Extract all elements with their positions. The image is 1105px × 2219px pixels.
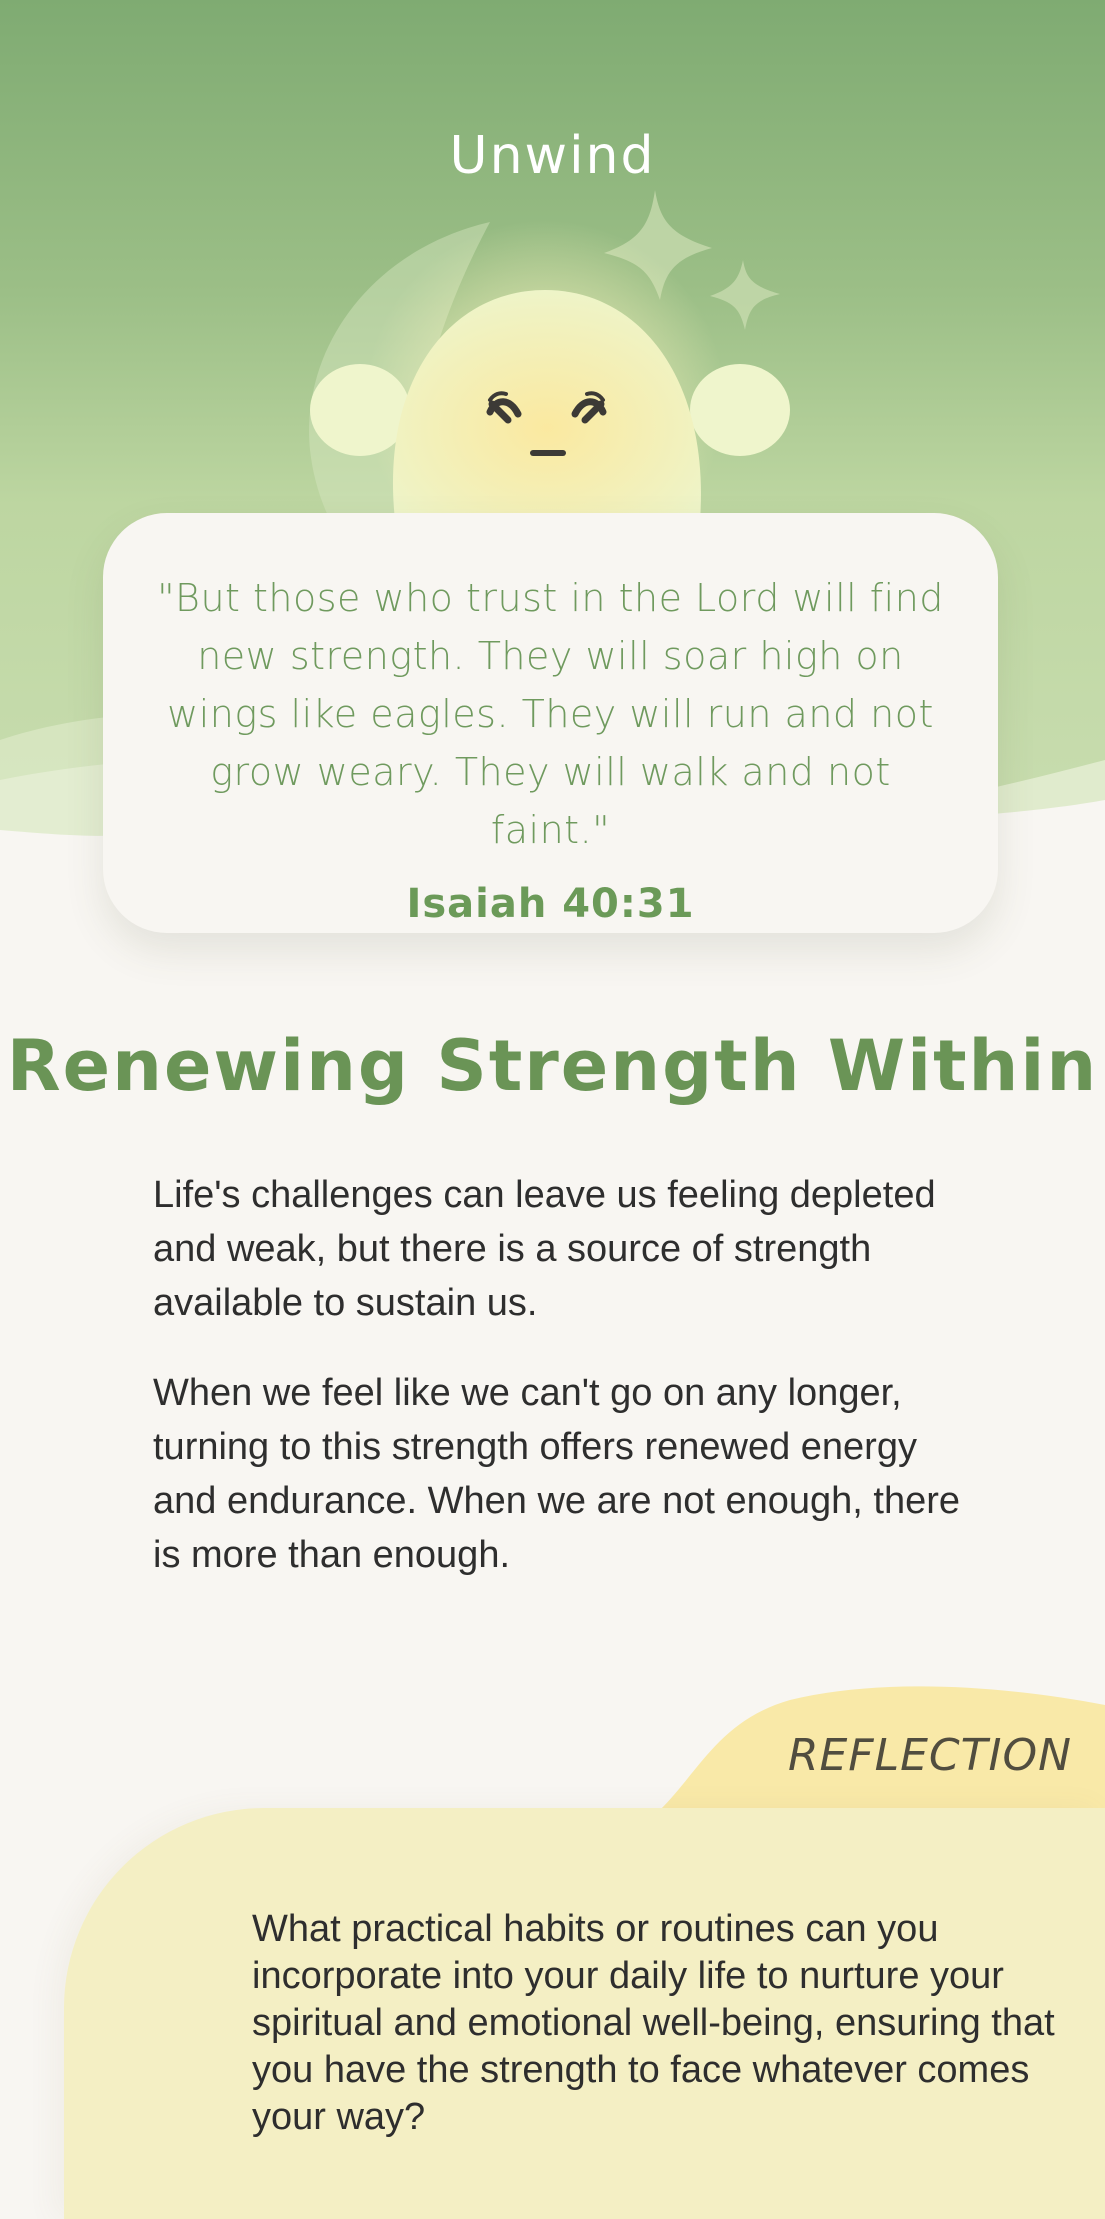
article-paragraph-2: When we feel like we can't go on any lon… [153,1372,961,1576]
verse-card: "But those who trust in the Lord will fi… [103,513,998,933]
sparkle-star-icon-small [710,260,780,330]
article-heading: Renewing Strength Within [6,1025,1099,1107]
article-body: Life's challenges can leave us feeling d… [153,1168,973,1618]
verse-reference: Isaiah 40:31 [406,881,695,927]
verse-quote: "But those who trust in the Lord will fi… [157,576,944,852]
app-title: Unwind [449,126,656,186]
reflection-label: REFLECTION [787,1730,1073,1781]
reflection-question: What practical habits or routines can yo… [252,1908,1055,2138]
article-paragraph-1: Life's challenges can leave us feeling d… [153,1174,936,1324]
